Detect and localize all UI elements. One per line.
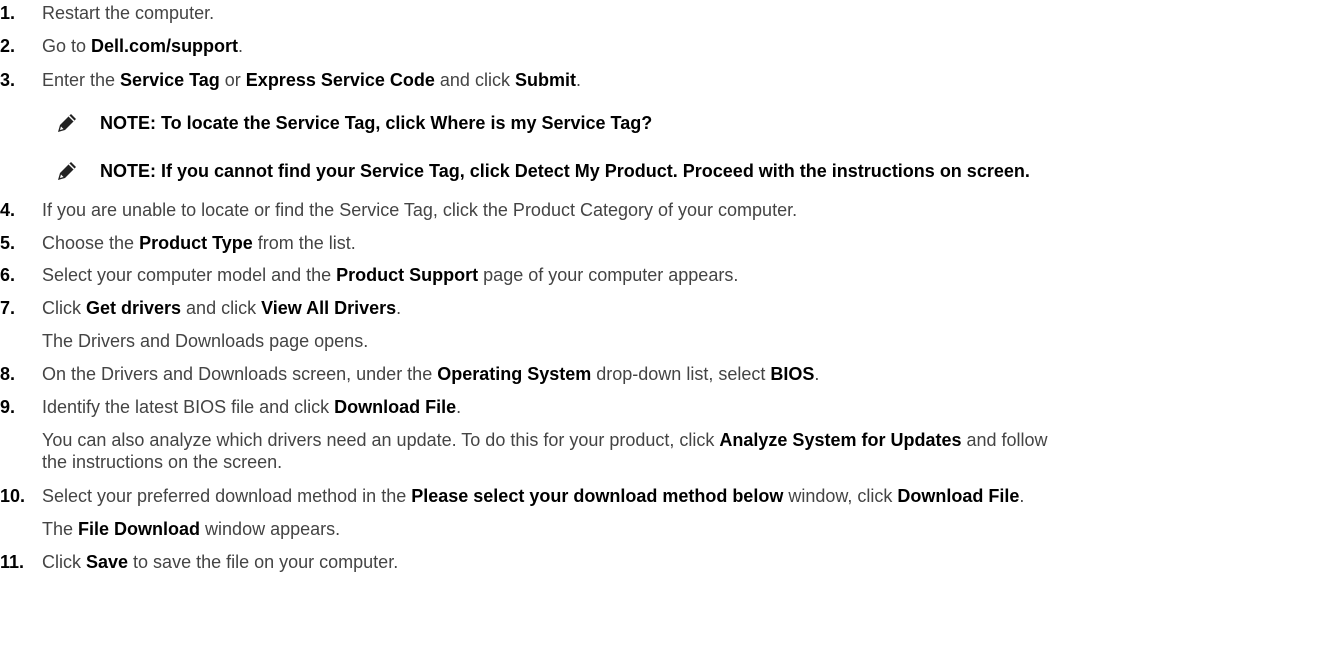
step-number: 5. — [0, 233, 16, 253]
step-text-part: If you are unable to locate or find the … — [42, 200, 798, 220]
step-text: Restart the computer. — [42, 2, 1333, 24]
step-text: Enter the Service Tag or Express Service… — [42, 69, 1333, 91]
step-9-detail-line-2: the instructions on the screen. — [42, 452, 283, 472]
step-emphasis: View All Drivers — [261, 298, 397, 318]
note-1: NOTE: To locate the Service Tag, click W… — [42, 108, 1333, 138]
step-number: 10. — [0, 486, 26, 506]
step-emphasis: Please select your download method below — [411, 486, 784, 506]
step-text: Click Save to save the file on your comp… — [42, 551, 1333, 573]
step-text: Choose the Product Type from the list. — [42, 232, 1333, 254]
step-text-part: drop-down list, select — [591, 364, 771, 384]
step-text-part: Select your computer model and the — [42, 265, 337, 285]
step-text: On the Drivers and Downloads screen, und… — [42, 363, 1333, 385]
step-emphasis: Express Service Code — [245, 70, 435, 90]
step-number: 11. — [0, 552, 25, 572]
step-text: Click Get drivers and click View All Dri… — [42, 297, 1333, 319]
step-text-part: page of your computer appears. — [478, 265, 739, 285]
step-emphasis: Product Support — [336, 265, 479, 285]
step-9-detail-line-1: You can also analyze which drivers need … — [42, 429, 1333, 451]
step-text-part: Click — [42, 552, 86, 572]
step-text-part: Restart the computer. — [42, 3, 215, 23]
note-pencil-icon — [57, 113, 77, 133]
step-text-part: and click — [181, 298, 262, 318]
step-emphasis: Save — [86, 552, 129, 572]
note-text: NOTE: If you cannot find your Service Ta… — [100, 161, 1030, 181]
step-text-part: Choose the — [42, 233, 140, 253]
step-emphasis: Get drivers — [86, 298, 182, 318]
step-text: Select your computer model and the Produ… — [42, 264, 1333, 286]
step-number: 1. — [0, 3, 16, 23]
step-text: Select your preferred download method in… — [42, 485, 1333, 507]
step-text: If you are unable to locate or find the … — [42, 199, 1333, 221]
step-10-result: The File Download window appears. — [42, 518, 1333, 540]
step-text-part: You can also analyze which drivers need … — [42, 430, 720, 450]
step-text-part: The — [42, 519, 79, 539]
step-emphasis: BIOS — [770, 364, 815, 384]
step-emphasis: Submit — [514, 70, 576, 90]
note-text: NOTE: To locate the Service Tag, click W… — [100, 113, 653, 133]
step-text: Identify the latest BIOS file and click … — [42, 396, 1333, 418]
step-number: 6. — [0, 265, 16, 285]
step-emphasis: Download File — [334, 397, 457, 417]
step-text-part: Click — [42, 298, 86, 318]
step-text-part: Enter the — [42, 70, 121, 90]
step-7-result: The Drivers and Downloads page opens. — [42, 331, 369, 351]
step-text-part: and follow — [961, 430, 1048, 450]
step-emphasis: Operating System — [437, 364, 592, 384]
step-text-part: Identify the latest BIOS file and click — [42, 397, 335, 417]
step-text-part: On the Drivers and Downloads screen, und… — [42, 364, 438, 384]
step-text-part: window appears. — [200, 519, 341, 539]
step-text: Go to Dell.com/support. — [42, 35, 1333, 57]
step-text-part: from the list. — [252, 233, 356, 253]
step-number: 4. — [0, 200, 16, 220]
step-number: 7. — [0, 298, 16, 318]
step-number: 3. — [0, 70, 16, 90]
step-text-part: . — [814, 364, 820, 384]
step-emphasis: File Download — [78, 519, 201, 539]
step-text-part: Go to — [42, 36, 92, 56]
step-text-part: and click — [434, 70, 515, 90]
step-text-part: . — [1019, 486, 1025, 506]
step-text-part: to save the file on your computer. — [128, 552, 399, 572]
step-text-part: . — [575, 70, 581, 90]
step-text-part: . — [396, 298, 402, 318]
note-pencil-icon — [57, 161, 77, 181]
instruction-document: 1. Restart the computer. 2. Go to Dell.c… — [0, 0, 1333, 655]
step-emphasis: Service Tag — [120, 70, 220, 90]
step-number: 2. — [0, 36, 16, 56]
support-link[interactable]: Dell.com/support — [91, 36, 238, 56]
step-number: 8. — [0, 364, 16, 384]
step-text-part: Select your preferred download method in… — [42, 486, 412, 506]
step-emphasis: Product Type — [139, 233, 253, 253]
step-text-part: . — [238, 36, 244, 56]
step-emphasis: Download File — [897, 486, 1020, 506]
step-emphasis: Analyze System for Updates — [719, 430, 962, 450]
step-number: 9. — [0, 397, 16, 417]
step-text-part: or — [219, 70, 246, 90]
step-text-part: window, click — [783, 486, 898, 506]
step-text-part: . — [456, 397, 462, 417]
note-2: NOTE: If you cannot find your Service Ta… — [42, 156, 1333, 186]
